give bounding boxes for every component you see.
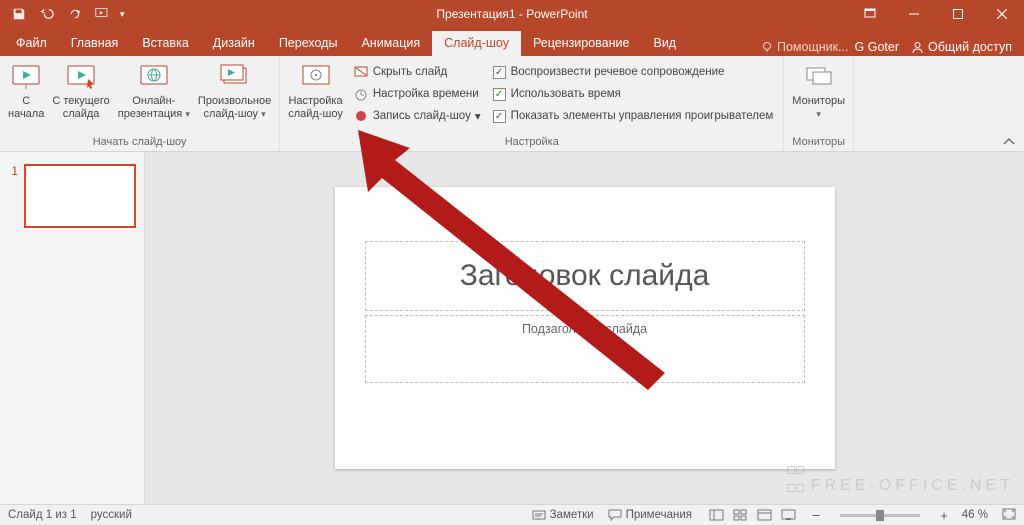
record-slideshow-icon [353, 108, 369, 124]
maximize-button[interactable] [936, 0, 980, 28]
undo-icon[interactable] [36, 3, 58, 25]
tab-design[interactable]: Дизайн [201, 31, 267, 56]
subtitle-placeholder[interactable]: Подзаголовок слайда [365, 315, 805, 383]
zoom-level[interactable]: 46 % [962, 509, 988, 521]
qat-dropdown-icon[interactable]: ▾ [120, 9, 125, 20]
hide-slide-button[interactable]: Скрыть слайд [353, 62, 481, 82]
notes-button[interactable]: Заметки [532, 509, 594, 521]
share-label: Общий доступ [928, 40, 1012, 54]
window-controls [848, 0, 1024, 28]
sorter-view-button[interactable] [730, 507, 750, 523]
collapse-ribbon-button[interactable] [994, 56, 1024, 151]
tab-review[interactable]: Рецензирование [521, 31, 642, 56]
thumbnail-pane[interactable]: 1 [0, 152, 145, 504]
view-buttons [706, 507, 798, 523]
checkbox-checked-icon: ✓ [493, 66, 506, 79]
share-button[interactable]: Общий доступ [905, 38, 1018, 56]
normal-view-button[interactable] [706, 507, 726, 523]
group-label: Настройка [284, 136, 779, 150]
zoom-in-button[interactable]: + [940, 508, 948, 523]
chevron-down-icon: ▾ [475, 109, 481, 123]
reading-view-button[interactable] [754, 507, 774, 523]
slide[interactable]: Заголовок слайда Подзаголовок слайда [335, 187, 835, 469]
present-online-icon [138, 61, 170, 93]
group-label: Мониторы [788, 136, 849, 150]
tab-file[interactable]: Файл [4, 31, 59, 56]
checkbox-checked-icon: ✓ [493, 110, 506, 123]
work-area: 1 Заголовок слайда Подзаголовок слайда [0, 152, 1024, 504]
save-icon[interactable] [8, 3, 30, 25]
monitors-icon [803, 61, 835, 93]
group-start-slideshow: Сначала С текущегослайда Онлайн-презента… [0, 56, 280, 151]
chevron-down-icon: ▾ [261, 109, 266, 119]
share-icon [911, 41, 924, 54]
minimize-button[interactable] [892, 0, 936, 28]
slide-canvas[interactable]: Заголовок слайда Подзаголовок слайда [145, 152, 1024, 504]
thumbnail-number: 1 [8, 164, 18, 228]
tab-view[interactable]: Вид [641, 31, 688, 56]
redo-icon[interactable] [64, 3, 86, 25]
from-current-icon [65, 61, 97, 93]
group-setup: Настройкаслайд-шоу Скрыть слайд Настройк… [280, 56, 784, 151]
ribbon-tabs: Файл Главная Вставка Дизайн Переходы Ани… [0, 28, 1024, 56]
start-from-beginning-icon[interactable] [92, 3, 114, 25]
from-beginning-icon [10, 61, 42, 93]
notes-icon [532, 510, 546, 520]
hide-slide-icon [353, 64, 369, 80]
setup-slideshow-icon [300, 61, 332, 93]
custom-slideshow-icon [219, 61, 251, 93]
fit-to-window-button[interactable] [1002, 508, 1016, 523]
tab-insert[interactable]: Вставка [130, 31, 200, 56]
ribbon: Сначала С текущегослайда Онлайн-презента… [0, 56, 1024, 152]
slide-thumbnail-1[interactable] [24, 164, 136, 228]
tab-slideshow[interactable]: Слайд-шоу [432, 31, 521, 56]
quick-access-toolbar: ▾ [0, 3, 125, 25]
from-beginning-button[interactable]: Сначала [4, 59, 48, 120]
play-narrations-checkbox[interactable]: ✓Воспроизвести речевое сопровождение [493, 62, 774, 82]
tell-me-label: Помощник... [777, 40, 849, 54]
zoom-slider-thumb[interactable] [876, 510, 884, 521]
setup-slideshow-button[interactable]: Настройкаслайд-шоу [284, 59, 347, 120]
rehearse-timings-button[interactable]: Настройка времени [353, 84, 481, 104]
record-slideshow-button[interactable]: Запись слайд-шоу ▾ [353, 106, 481, 126]
comments-icon [608, 509, 622, 521]
title-text: Заголовок слайда [460, 259, 710, 293]
tab-home[interactable]: Главная [59, 31, 131, 56]
chevron-up-icon [1003, 137, 1015, 147]
language-indicator[interactable]: русский [91, 509, 132, 521]
checkbox-checked-icon: ✓ [493, 88, 506, 101]
subtitle-text: Подзаголовок слайда [522, 322, 647, 336]
chevron-down-icon: ▾ [185, 109, 190, 119]
title-placeholder[interactable]: Заголовок слайда [365, 241, 805, 311]
user-name[interactable]: G Goter [855, 40, 899, 54]
zoom-out-button[interactable]: − [812, 507, 820, 523]
title-bar: ▾ Презентация1 - PowerPoint [0, 0, 1024, 28]
group-monitors: Мониторы▾ Мониторы [784, 56, 854, 151]
comments-button[interactable]: Примечания [608, 509, 692, 521]
slideshow-view-button[interactable] [778, 507, 798, 523]
lightbulb-icon [761, 41, 773, 53]
thumbnail-row: 1 [8, 164, 136, 228]
chevron-down-icon: ▾ [816, 109, 821, 119]
tab-animations[interactable]: Анимация [349, 31, 432, 56]
close-button[interactable] [980, 0, 1024, 28]
present-online-button[interactable]: Онлайн-презентация ▾ [114, 59, 194, 120]
tell-me[interactable]: Помощник... [761, 40, 849, 54]
use-timings-checkbox[interactable]: ✓Использовать время [493, 84, 774, 104]
from-current-button[interactable]: С текущегослайда [48, 59, 113, 120]
status-bar: Слайд 1 из 1 русский Заметки Примечания … [0, 504, 1024, 525]
tab-transitions[interactable]: Переходы [267, 31, 350, 56]
custom-slideshow-button[interactable]: Произвольноеслайд-шоу ▾ [194, 59, 275, 120]
rehearse-timings-icon [353, 86, 369, 102]
ribbon-options-icon[interactable] [848, 0, 892, 28]
monitors-button[interactable]: Мониторы▾ [788, 59, 849, 120]
slide-indicator[interactable]: Слайд 1 из 1 [8, 509, 77, 521]
show-media-controls-checkbox[interactable]: ✓Показать элементы управления проигрыват… [493, 106, 774, 126]
zoom-slider[interactable] [840, 514, 920, 517]
group-label: Начать слайд-шоу [4, 136, 275, 150]
